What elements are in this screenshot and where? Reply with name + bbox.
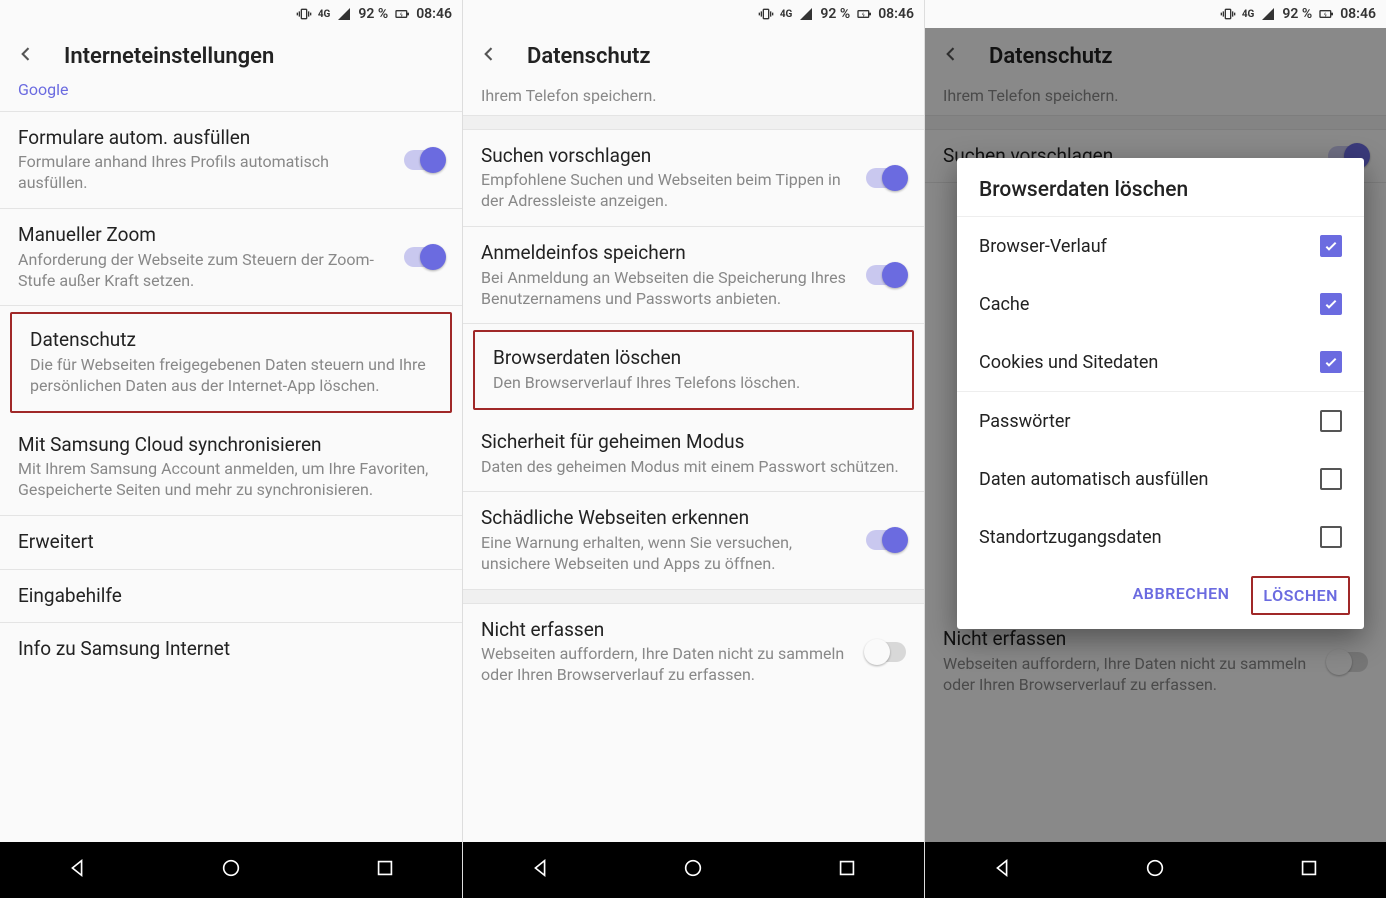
network-label: 4G: [1242, 9, 1255, 20]
battery-charging-icon: [1318, 6, 1334, 22]
dialog-item-1[interactable]: Cache: [957, 275, 1364, 333]
toggle-harmful[interactable]: [866, 530, 906, 550]
nav-back[interactable]: [991, 857, 1013, 883]
network-label: 4G: [318, 9, 331, 20]
battery-charging-icon: [856, 6, 872, 22]
row-do-not-track[interactable]: Nicht erfassen Webseiten auffordern, Ihr…: [463, 604, 924, 700]
page-title: Interneteinstellungen: [64, 44, 274, 69]
vibrate-icon: [758, 6, 774, 22]
search-engine-value: Google: [18, 84, 444, 101]
row-secret-mode-security[interactable]: Sicherheit für geheimen Modus Daten des …: [463, 416, 924, 492]
row-privacy[interactable]: Datenschutz Die für Webseiten freigegebe…: [10, 312, 452, 412]
row-clear-browsing-data[interactable]: Browserdaten löschen Den Browserverlauf …: [473, 330, 914, 409]
dialog-item-3[interactable]: Passwörter: [957, 392, 1364, 450]
network-label: 4G: [780, 9, 793, 20]
dialog-item-label: Passwörter: [979, 411, 1071, 432]
signal-icon: [798, 6, 814, 22]
row-manual-zoom[interactable]: Manueller Zoom Anforderung der Webseite …: [0, 209, 462, 306]
nav-home[interactable]: [220, 857, 242, 883]
toggle-suggest[interactable]: [866, 168, 906, 188]
clock-text: 08:46: [878, 6, 914, 22]
dialog-item-label: Cookies und Sitedaten: [979, 352, 1158, 373]
nav-recent[interactable]: [374, 857, 396, 883]
battery-charging-icon: [394, 6, 410, 22]
row-default-search-engine[interactable]: Standardsuchmaschine Google: [0, 84, 462, 112]
status-bar: 4G 92 % 08:46: [0, 0, 462, 28]
signal-icon: [336, 6, 352, 22]
checkbox-icon[interactable]: [1320, 410, 1342, 432]
android-navbar: [0, 842, 462, 898]
dialog-item-label: Browser-Verlauf: [979, 236, 1107, 257]
dialog-item-label: Cache: [979, 294, 1029, 315]
vibrate-icon: [296, 6, 312, 22]
toggle-zoom[interactable]: [404, 247, 444, 267]
checkbox-icon[interactable]: [1320, 526, 1342, 548]
row-samsung-cloud[interactable]: Mit Samsung Cloud synchronisieren Mit Ih…: [0, 419, 462, 516]
back-button[interactable]: [479, 44, 499, 68]
dialog-item-4[interactable]: Daten automatisch ausfüllen: [957, 450, 1364, 508]
row-save-signin[interactable]: Anmeldeinfos speichern Bei Anmeldung an …: [463, 227, 924, 324]
phone-screen-3: 4G 92 % 08:46 Datenschutz Ihrem Telefon …: [924, 0, 1386, 898]
row-harmful-sites[interactable]: Schädliche Webseiten erkennen Eine Warnu…: [463, 492, 924, 589]
toggle-dnt[interactable]: [866, 642, 906, 662]
row-cutoff[interactable]: Ihrem Telefon speichern.: [463, 84, 924, 116]
clear-data-dialog: Browserdaten löschen Browser-Verlauf Cach…: [957, 158, 1364, 629]
status-bar: 4G 92 % 08:46: [925, 0, 1386, 28]
checkbox-checked-icon[interactable]: [1320, 293, 1342, 315]
vibrate-icon: [1220, 6, 1236, 22]
row-advanced[interactable]: Erweitert: [0, 516, 462, 570]
checkbox-checked-icon[interactable]: [1320, 351, 1342, 373]
battery-text: 92 %: [820, 6, 850, 22]
android-navbar: [463, 842, 924, 898]
clock-text: 08:46: [416, 6, 452, 22]
settings-list: Standardsuchmaschine Google Formulare au…: [0, 84, 462, 842]
section-gap: [463, 590, 924, 604]
toggle-autofill[interactable]: [404, 150, 444, 170]
page-title: Datenschutz: [527, 44, 651, 69]
app-bar: Interneteinstellungen: [0, 28, 462, 84]
phone-screen-1: 4G 92 % 08:46 Interneteinstellungen Stan…: [0, 0, 462, 898]
android-navbar: [925, 842, 1386, 898]
dialog-confirm-button[interactable]: LÖSCHEN: [1251, 576, 1350, 615]
row-autofill-forms[interactable]: Formulare autom. ausfüllen Formulare anh…: [0, 112, 462, 209]
nav-back[interactable]: [66, 857, 88, 883]
checkbox-icon[interactable]: [1320, 468, 1342, 490]
nav-recent[interactable]: [1298, 857, 1320, 883]
dialog-actions: ABBRECHEN LÖSCHEN: [957, 566, 1364, 629]
dialog-title: Browserdaten löschen: [957, 158, 1364, 216]
row-accessibility[interactable]: Eingabehilfe: [0, 570, 462, 624]
signal-icon: [1260, 6, 1276, 22]
row-search-suggest[interactable]: Suchen vorschlagen Empfohlene Suchen und…: [463, 130, 924, 227]
nav-home[interactable]: [682, 857, 704, 883]
dialog-item-label: Daten automatisch ausfüllen: [979, 469, 1209, 490]
phone-screen-2: 4G 92 % 08:46 Datenschutz Ihrem Telefon …: [462, 0, 924, 898]
nav-recent[interactable]: [836, 857, 858, 883]
dialog-item-0[interactable]: Browser-Verlauf: [957, 217, 1364, 275]
section-gap: [463, 116, 924, 130]
checkbox-checked-icon[interactable]: [1320, 235, 1342, 257]
battery-text: 92 %: [1282, 6, 1312, 22]
dialog-cancel-button[interactable]: ABBRECHEN: [1123, 576, 1240, 615]
dialog-item-2[interactable]: Cookies und Sitedaten: [957, 333, 1364, 391]
app-bar: Datenschutz: [463, 28, 924, 84]
back-button[interactable]: [16, 44, 36, 68]
battery-text: 92 %: [358, 6, 388, 22]
row-about[interactable]: Info zu Samsung Internet: [0, 623, 462, 676]
clock-text: 08:46: [1340, 6, 1376, 22]
dialog-item-label: Standortzugangsdaten: [979, 527, 1162, 548]
dialog-item-5[interactable]: Standortzugangsdaten: [957, 508, 1364, 566]
toggle-signin[interactable]: [866, 265, 906, 285]
settings-list: Ihrem Telefon speichern. Suchen vorschla…: [463, 84, 924, 842]
nav-home[interactable]: [1144, 857, 1166, 883]
nav-back[interactable]: [529, 857, 551, 883]
status-bar: 4G 92 % 08:46: [463, 0, 924, 28]
